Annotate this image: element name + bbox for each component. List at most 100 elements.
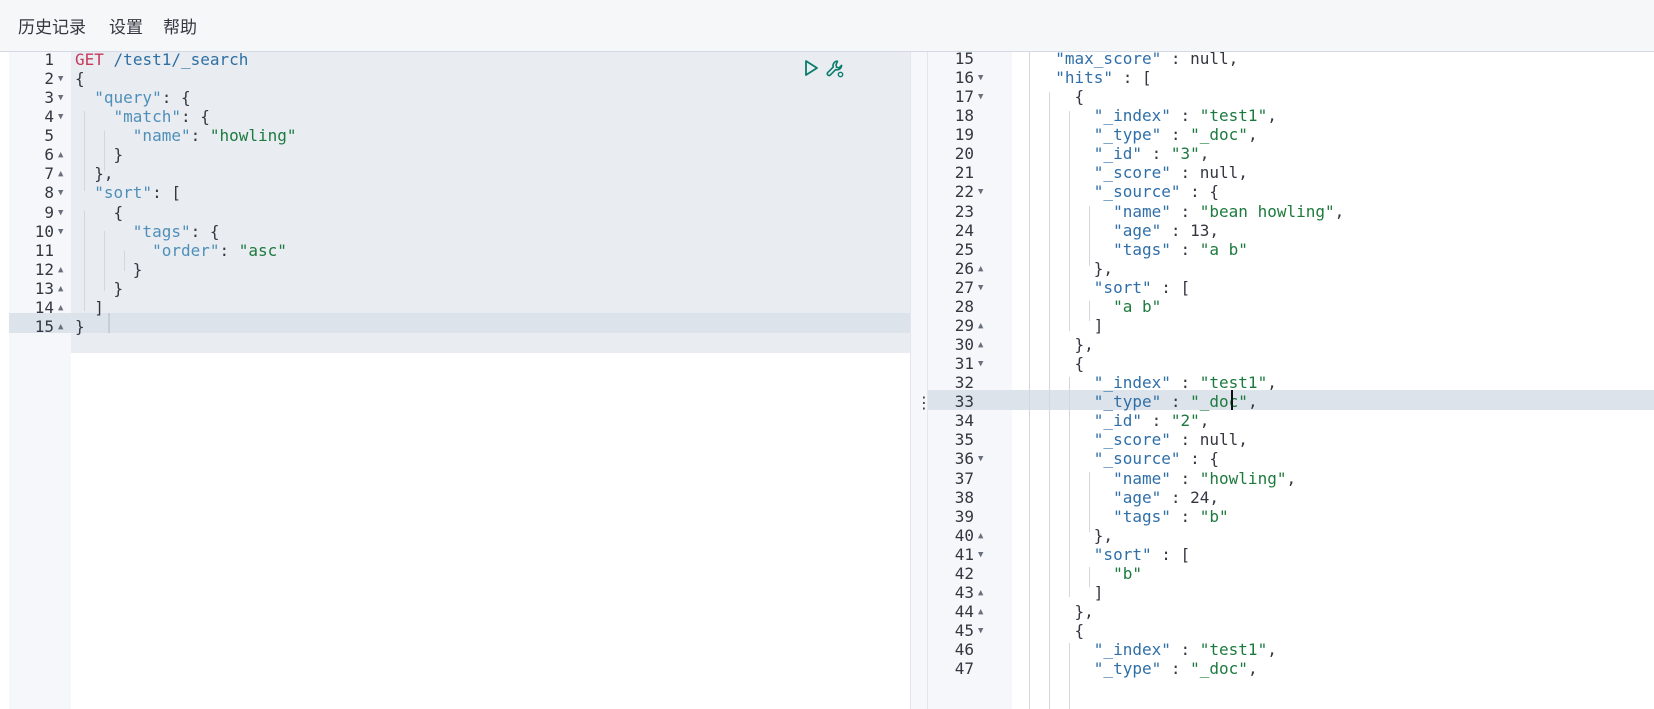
code-text: {	[1036, 87, 1085, 107]
fold-collapse-icon[interactable]: ▼	[978, 621, 983, 641]
code-text: "b"	[1113, 563, 1142, 583]
response-line: 45 ▼ {	[928, 621, 1654, 641]
code-text: {	[75, 69, 85, 89]
response-line: 31 ▼ {	[928, 354, 1654, 374]
code-text: "sort" : [	[1093, 277, 1191, 297]
line-number: 37	[954, 468, 974, 488]
response-line: 33 "_type" : "_doc",	[928, 392, 1654, 412]
line-number: 2	[44, 69, 54, 89]
code-text: "_score" : null,	[1093, 430, 1248, 450]
fold-collapse-icon[interactable]: ▼	[978, 545, 983, 565]
code-text: "query": {	[94, 88, 191, 108]
response-line: 28 "a b"	[928, 297, 1654, 317]
fold-expand-icon[interactable]: ▲	[58, 145, 63, 165]
fold-collapse-icon[interactable]: ▼	[978, 87, 983, 107]
pane-resizer[interactable]: ⋮	[910, 52, 932, 709]
line-number: 11	[34, 240, 54, 260]
response-line: 44 ▲ },	[928, 602, 1654, 622]
fold-collapse-icon[interactable]: ▼	[978, 354, 983, 374]
request-line: 3 ▼ "query": {	[9, 88, 910, 108]
line-number: 7	[44, 164, 54, 184]
fold-expand-icon[interactable]: ▲	[978, 316, 983, 336]
code-text: "name": "howling"	[132, 126, 297, 146]
code-text: GET /test1/_search	[75, 52, 249, 69]
line-number: 21	[954, 163, 974, 183]
menu-history[interactable]: 历史记录	[18, 17, 86, 39]
text-cursor	[1231, 390, 1233, 410]
fold-expand-icon[interactable]: ▲	[978, 602, 983, 622]
line-number: 14	[34, 297, 54, 317]
line-number: 26	[954, 258, 974, 278]
line-number: 6	[44, 145, 54, 165]
line-number: 3	[44, 88, 54, 108]
fold-collapse-icon[interactable]: ▼	[58, 222, 63, 242]
code-text: }	[75, 278, 124, 298]
fold-expand-icon[interactable]: ▲	[58, 260, 63, 280]
line-number: 38	[954, 487, 974, 507]
fold-expand-icon[interactable]: ▲	[58, 279, 63, 299]
response-line: 24 "age" : 13,	[928, 221, 1654, 241]
code-text: "_id" : "2",	[1093, 411, 1210, 431]
wrench-icon[interactable]	[824, 58, 844, 78]
response-line: 43 ▲ ]	[928, 583, 1654, 603]
request-editor[interactable]: 1 GET /test1/_search 2 ▼{3 ▼ "query": {4 ▼ "m…	[9, 52, 910, 709]
request-line: 6 ▲ }	[9, 145, 910, 165]
code-text: },	[1036, 525, 1114, 545]
response-line: 27 ▼ "sort" : [	[928, 278, 1654, 298]
line-number: 24	[954, 220, 974, 240]
response-line: 16 ▼ "hits" : [	[928, 68, 1654, 88]
line-number: 12	[34, 259, 54, 279]
fold-expand-icon[interactable]: ▲	[58, 317, 63, 337]
request-line: 13 ▲ }	[9, 279, 910, 299]
code-text: "sort" : [	[1093, 544, 1191, 564]
response-line: 21 "_score" : null,	[928, 163, 1654, 183]
play-icon[interactable]	[801, 58, 821, 78]
line-number: 15	[34, 316, 54, 336]
response-line: 32 "_index" : "test1",	[928, 373, 1654, 393]
line-number: 10	[34, 221, 54, 241]
menu-bar: 历史记录 设置 帮助	[0, 0, 1654, 52]
request-line: 9 ▼ {	[9, 203, 910, 223]
line-number: 45	[954, 621, 974, 641]
response-line: 15 "max_score" : null,	[928, 52, 1654, 69]
menu-settings[interactable]: 设置	[109, 17, 143, 39]
code-text: {	[1036, 621, 1085, 641]
fold-collapse-icon[interactable]: ▼	[978, 182, 983, 202]
response-line: 41 ▼ "sort" : [	[928, 545, 1654, 565]
fold-expand-icon[interactable]: ▲	[58, 298, 63, 318]
response-line: 47 "_type" : "_doc",	[928, 659, 1654, 679]
fold-expand-icon[interactable]: ▲	[978, 335, 983, 355]
fold-collapse-icon[interactable]: ▼	[58, 203, 63, 223]
fold-collapse-icon[interactable]: ▼	[978, 278, 983, 298]
fold-collapse-icon[interactable]: ▼	[978, 449, 983, 469]
fold-collapse-icon[interactable]: ▼	[978, 68, 983, 88]
line-number: 22	[954, 182, 974, 202]
fold-expand-icon[interactable]: ▲	[978, 259, 983, 279]
fold-collapse-icon[interactable]: ▼	[58, 69, 63, 89]
code-text: },	[1036, 602, 1094, 622]
fold-collapse-icon[interactable]: ▼	[58, 88, 63, 108]
response-viewer[interactable]: 15 "max_score" : null, 16 ▼ "hits" : [17 ▼ …	[928, 52, 1654, 709]
line-number: 34	[954, 411, 974, 431]
code-text: "_type" : "_doc",	[1093, 392, 1258, 412]
request-line: 7 ▲ },	[9, 164, 910, 184]
fold-expand-icon[interactable]: ▲	[978, 583, 983, 603]
response-line: 34 "_id" : "2",	[928, 411, 1654, 431]
line-number: 36	[954, 449, 974, 469]
code-text: {	[75, 202, 124, 222]
fold-expand-icon[interactable]: ▲	[58, 164, 63, 184]
line-number: 15	[954, 52, 974, 68]
request-line: 14 ▲ ]	[9, 298, 910, 318]
fold-collapse-icon[interactable]: ▼	[58, 183, 63, 203]
menu-help[interactable]: 帮助	[163, 17, 197, 39]
fold-collapse-icon[interactable]: ▼	[58, 107, 63, 127]
fold-expand-icon[interactable]: ▲	[978, 526, 983, 546]
code-text: },	[1036, 258, 1114, 278]
line-number: 39	[954, 506, 974, 526]
code-text: "_index" : "test1",	[1093, 640, 1277, 660]
line-number: 20	[954, 144, 974, 164]
response-line: 30 ▲ },	[928, 335, 1654, 355]
code-text: "max_score" : null,	[1055, 52, 1239, 68]
code-text: "tags": {	[132, 221, 220, 241]
response-line: 22 ▼ "_source" : {	[928, 182, 1654, 202]
